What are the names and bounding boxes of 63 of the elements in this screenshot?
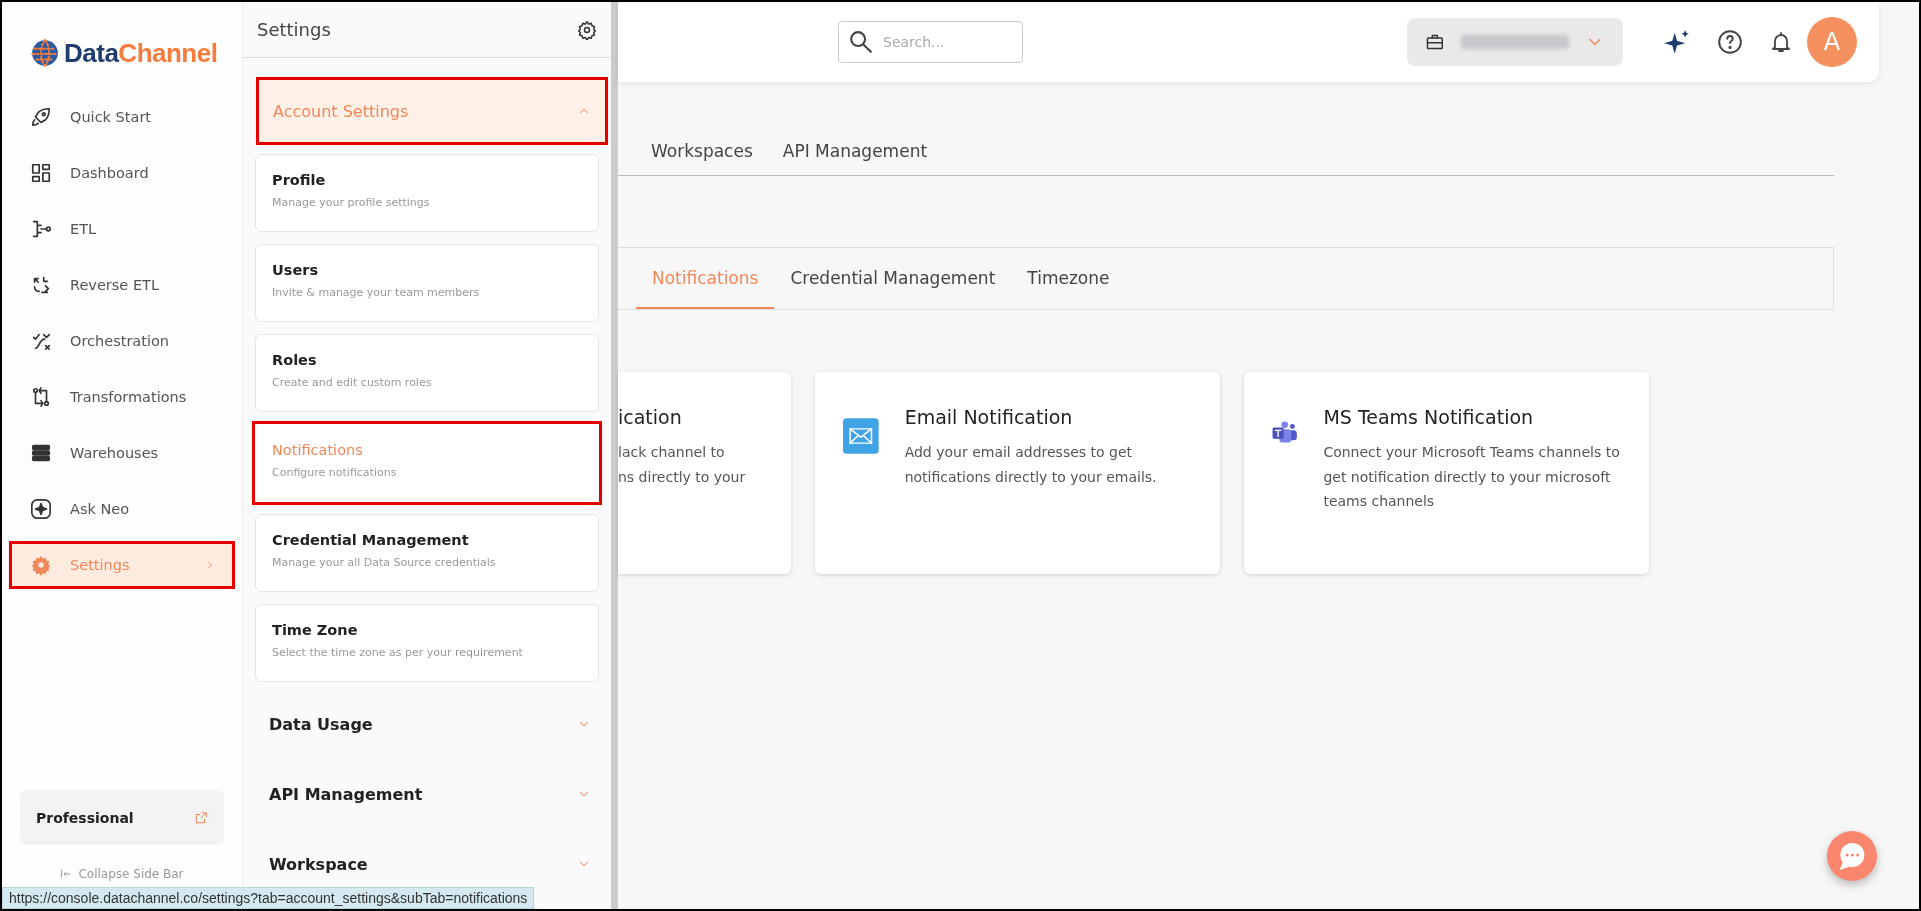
stack-icon <box>30 442 52 464</box>
item-description: Invite & manage your team members <box>272 286 481 299</box>
item-title: Time Zone <box>272 622 359 638</box>
item-title: Roles <box>272 352 318 368</box>
plan-card[interactable]: Professional <box>20 790 224 845</box>
sparkle-icon <box>30 498 52 520</box>
item-title: Notifications <box>272 442 364 458</box>
help-icon[interactable] <box>1717 29 1743 55</box>
item-description: Configure notifications <box>272 466 398 479</box>
card-description: Add your email addresses to get notifications directly to your emails. <box>904 443 1158 487</box>
grid-icon <box>30 162 52 184</box>
settings-item[interactable]: Time Zone Select the time zone as per your requirement <box>255 604 599 682</box>
nav-item[interactable]: Quick Start <box>12 96 232 138</box>
card-title: MS Teams Notification <box>1323 406 1535 428</box>
rocket-icon <box>30 106 52 128</box>
item-description: Create and edit custom roles <box>272 376 433 389</box>
pipeline-icon <box>30 218 52 240</box>
nav-item[interactable]: Dashboard <box>12 152 232 194</box>
nav-item[interactable]: Ask Neo <box>12 488 232 530</box>
card-title: ication <box>618 406 683 428</box>
notification-card[interactable]: ication lack channel to ns directly to your <box>618 372 791 574</box>
briefcase-icon <box>1425 32 1445 52</box>
bell-icon[interactable] <box>1769 30 1793 54</box>
transform-icon <box>30 386 52 408</box>
card-title: Email Notification <box>904 406 1074 428</box>
item-description: Manage your all Data Source credentials <box>272 556 497 569</box>
settings-item[interactable]: Credential Management Manage your all Data Source credentials <box>255 514 599 592</box>
item-title: Users <box>272 262 320 278</box>
nav-item[interactable]: Reverse ETL <box>12 264 232 306</box>
item-title: Profile <box>272 172 327 188</box>
section-header[interactable]: API Management <box>255 766 605 822</box>
external-link-icon <box>194 810 208 825</box>
tab[interactable]: API Management <box>782 141 928 161</box>
gear-icon <box>30 554 52 576</box>
settings-item[interactable]: Roles Create and edit custom roles <box>255 334 599 412</box>
nav-item[interactable]: Warehouses <box>12 432 232 474</box>
logo-wordmark: DataChannel <box>64 37 218 69</box>
link-url-tooltip: https://console.datachannel.co/settings?tab=account_settings&subTab=notifications <box>2 887 535 909</box>
tab[interactable]: Timezone <box>1011 248 1126 309</box>
card-description: lack channel to ns directly to your <box>618 443 746 487</box>
tab[interactable]: Credential Management <box>774 248 1012 309</box>
panel-title: Settings <box>257 19 331 40</box>
search-icon <box>850 31 872 53</box>
search-field[interactable]: Search... <box>838 21 1023 63</box>
settings-icon[interactable] <box>577 19 597 40</box>
card-description: Connect your Microsoft Teams channels to get notification directly to your microsoft teams channels <box>1323 443 1621 511</box>
nav-item[interactable]: Orchestration <box>12 320 232 362</box>
nav-item[interactable]: ETL <box>12 208 232 250</box>
settings-item[interactable]: Profile Manage your profile settings <box>255 154 599 232</box>
nav-item[interactable]: Transformations <box>12 376 232 418</box>
settings-item[interactable]: Users Invite & manage your team members <box>255 244 599 322</box>
item-title: Credential Management <box>272 532 470 548</box>
item-description: Select the time zone as per your requirement <box>272 646 524 659</box>
chat-bubble-icon <box>1839 842 1865 870</box>
section-header[interactable]: Data Usage <box>255 696 605 752</box>
globe-icon <box>30 38 60 68</box>
item-description: Manage your profile settings <box>272 196 431 209</box>
sparkle-icon[interactable] <box>1663 28 1691 56</box>
tab[interactable]: Workspaces <box>651 141 753 161</box>
plan-label: Professional <box>36 809 134 826</box>
notification-card[interactable]: MS Teams Notification Connect your Microsoft Teams channels to get notification directly to your microsoft teams channels <box>1244 372 1649 574</box>
collapse-arrow-icon <box>60 868 73 880</box>
notification-card[interactable]: Email Notification Add your email addresses to get notifications directly to your emails. <box>815 372 1220 574</box>
